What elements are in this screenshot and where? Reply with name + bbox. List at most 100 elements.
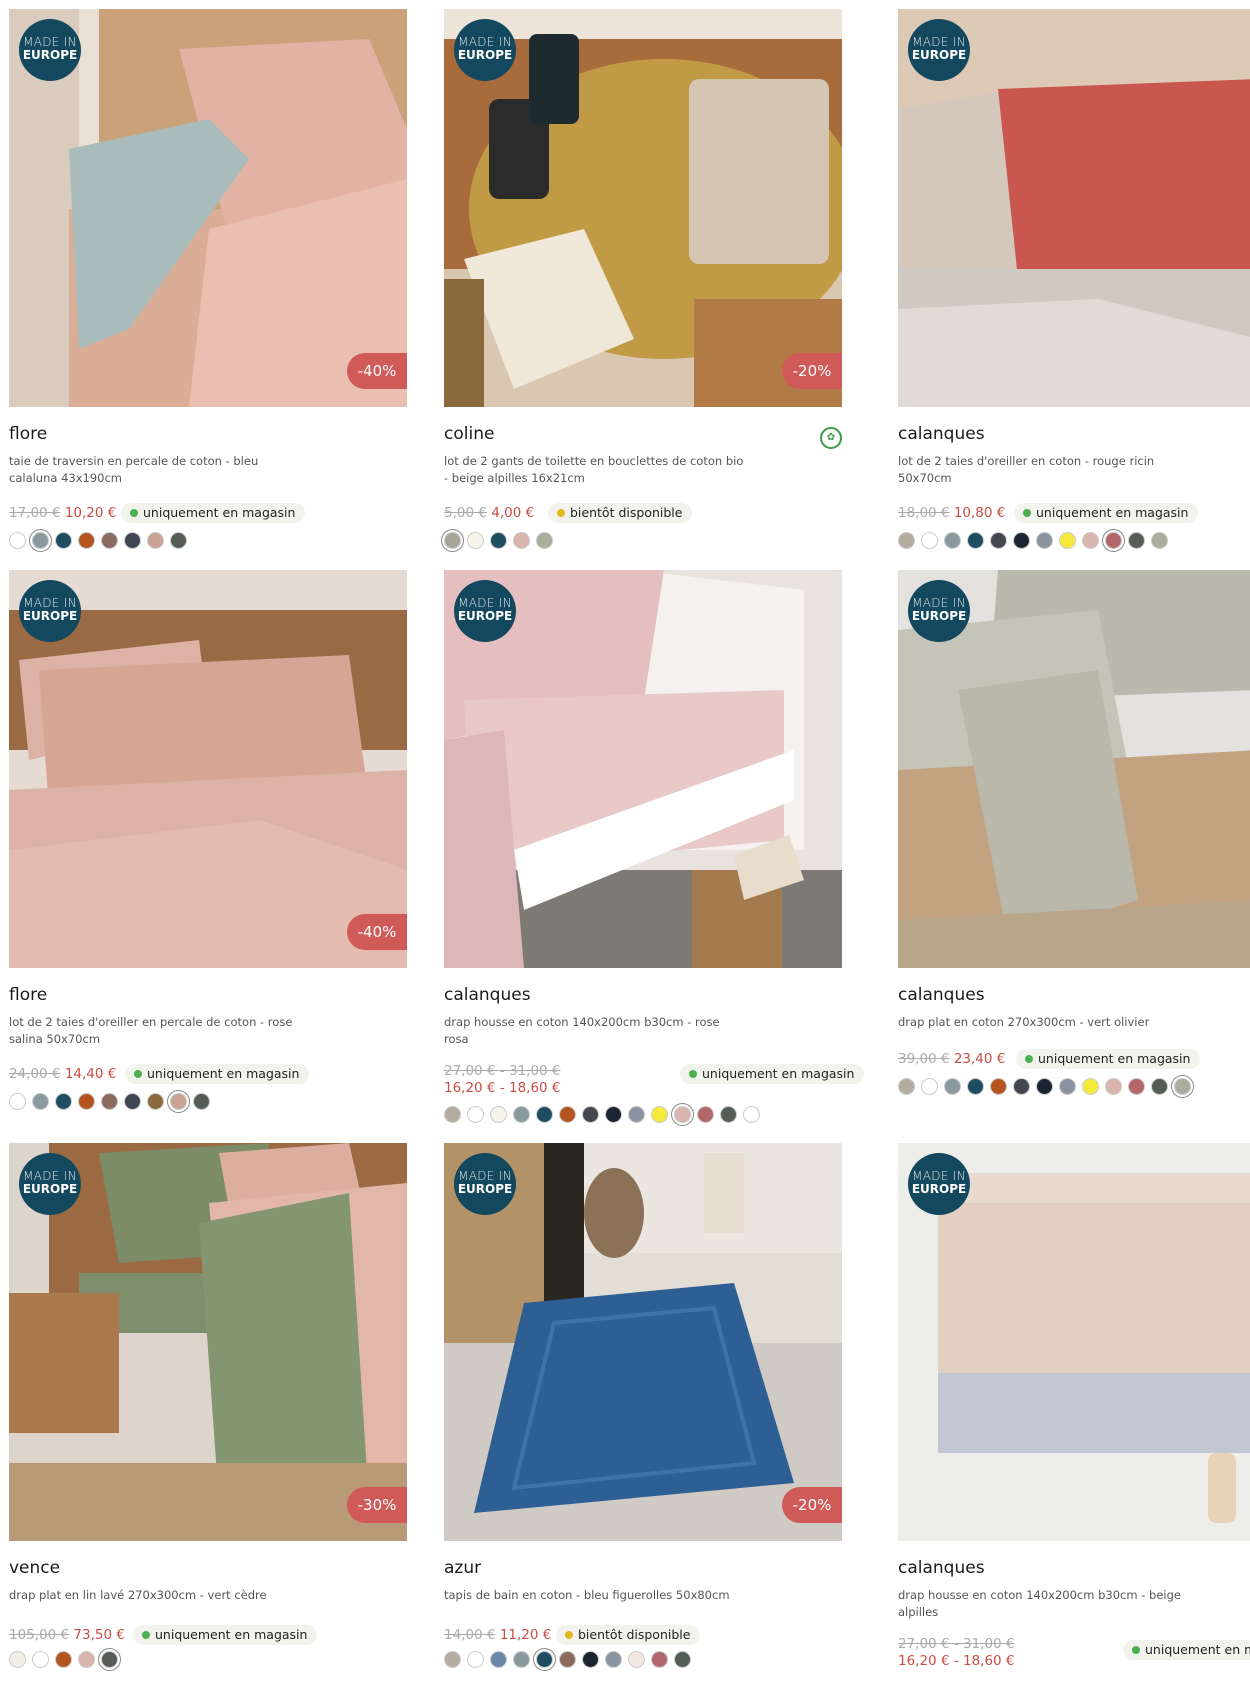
product-card[interactable]: MADE IN EUROPE -30% vence drap plat en l…	[9, 1143, 407, 1703]
color-swatch[interactable]	[1128, 1078, 1145, 1095]
color-swatch[interactable]	[32, 532, 49, 549]
product-card[interactable]: MADE IN EUROPE calanques drap housse en …	[444, 570, 865, 1130]
product-card[interactable]: MADE IN EUROPE calanques drap housse en …	[898, 1143, 1250, 1703]
color-swatch[interactable]	[1082, 532, 1099, 549]
color-swatch[interactable]	[1128, 532, 1145, 549]
color-swatch[interactable]	[559, 1106, 576, 1123]
color-swatch[interactable]	[605, 1651, 622, 1668]
color-swatch[interactable]	[1059, 532, 1076, 549]
color-swatch[interactable]	[651, 1106, 668, 1123]
product-brand[interactable]: flore	[9, 985, 47, 1005]
product-brand[interactable]: calanques	[898, 424, 985, 444]
color-swatch[interactable]	[898, 532, 915, 549]
color-swatch[interactable]	[490, 1651, 507, 1668]
color-swatch[interactable]	[1174, 1078, 1191, 1095]
color-swatch[interactable]	[990, 1078, 1007, 1095]
color-swatch[interactable]	[55, 1093, 72, 1110]
color-swatch[interactable]	[651, 1651, 668, 1668]
product-image[interactable]: MADE IN EUROPE -40%	[9, 9, 407, 407]
color-swatch[interactable]	[444, 1651, 461, 1668]
color-swatch[interactable]	[559, 1651, 576, 1668]
color-swatch[interactable]	[582, 1651, 599, 1668]
product-brand[interactable]: vence	[9, 1558, 60, 1578]
color-swatch[interactable]	[1082, 1078, 1099, 1095]
color-swatch[interactable]	[536, 532, 553, 549]
color-swatch[interactable]	[9, 1651, 26, 1668]
product-card[interactable]: MADE IN EUROPE -40% flore taie de traver…	[9, 9, 407, 569]
color-swatch[interactable]	[467, 1106, 484, 1123]
product-description[interactable]: lot de 2 taies d'oreiller en coton - rou…	[898, 453, 1198, 487]
color-swatch[interactable]	[582, 1106, 599, 1123]
color-swatch[interactable]	[1105, 1078, 1122, 1095]
product-card[interactable]: MADE IN EUROPE -40% flore lot de 2 taies…	[9, 570, 407, 1130]
color-swatch[interactable]	[605, 1106, 622, 1123]
color-swatch[interactable]	[78, 1093, 95, 1110]
color-swatch[interactable]	[9, 1093, 26, 1110]
color-swatch[interactable]	[170, 532, 187, 549]
product-description[interactable]: drap plat en lin lavé 270x300cm - vert c…	[9, 1587, 309, 1604]
color-swatch[interactable]	[743, 1106, 760, 1123]
color-swatch[interactable]	[101, 1093, 118, 1110]
color-swatch[interactable]	[444, 1106, 461, 1123]
color-swatch[interactable]	[490, 1106, 507, 1123]
color-swatch[interactable]	[467, 532, 484, 549]
product-brand[interactable]: flore	[9, 424, 47, 444]
color-swatch[interactable]	[628, 1106, 645, 1123]
product-image[interactable]: MADE IN EUROPE	[898, 9, 1250, 407]
color-swatch[interactable]	[536, 1106, 553, 1123]
color-swatch[interactable]	[1151, 1078, 1168, 1095]
color-swatch[interactable]	[921, 532, 938, 549]
color-swatch[interactable]	[944, 532, 961, 549]
product-description[interactable]: lot de 2 taies d'oreiller en percale de …	[9, 1014, 309, 1048]
color-swatch[interactable]	[55, 532, 72, 549]
color-swatch[interactable]	[170, 1093, 187, 1110]
color-swatch[interactable]	[674, 1651, 691, 1668]
color-swatch[interactable]	[124, 1093, 141, 1110]
product-brand[interactable]: calanques	[444, 985, 531, 1005]
product-image[interactable]: MADE IN EUROPE -20%	[444, 1143, 842, 1541]
product-card[interactable]: MADE IN EUROPE -20% coline ✿ lot de 2 ga…	[444, 9, 842, 569]
color-swatch[interactable]	[32, 1651, 49, 1668]
color-swatch[interactable]	[101, 1651, 118, 1668]
product-description[interactable]: tapis de bain en coton - bleu figuerolle…	[444, 1587, 744, 1604]
product-image[interactable]: MADE IN EUROPE -40%	[9, 570, 407, 968]
color-swatch[interactable]	[1036, 532, 1053, 549]
product-card[interactable]: MADE IN EUROPE -20% azur tapis de bain e…	[444, 1143, 842, 1703]
product-image[interactable]: MADE IN EUROPE	[898, 1143, 1250, 1541]
product-description[interactable]: drap plat en coton 270x300cm - vert oliv…	[898, 1014, 1198, 1031]
color-swatch[interactable]	[193, 1093, 210, 1110]
color-swatch[interactable]	[513, 1106, 530, 1123]
color-swatch[interactable]	[990, 532, 1007, 549]
product-brand[interactable]: calanques	[898, 985, 985, 1005]
color-swatch[interactable]	[628, 1651, 645, 1668]
color-swatch[interactable]	[467, 1651, 484, 1668]
color-swatch[interactable]	[674, 1106, 691, 1123]
color-swatch[interactable]	[944, 1078, 961, 1095]
color-swatch[interactable]	[78, 1651, 95, 1668]
product-image[interactable]: MADE IN EUROPE	[444, 570, 842, 968]
color-swatch[interactable]	[513, 532, 530, 549]
product-image[interactable]: MADE IN EUROPE -20%	[444, 9, 842, 407]
color-swatch[interactable]	[1036, 1078, 1053, 1095]
product-brand[interactable]: coline	[444, 424, 494, 444]
product-image[interactable]: MADE IN EUROPE	[898, 570, 1250, 968]
color-swatch[interactable]	[9, 532, 26, 549]
product-image[interactable]: MADE IN EUROPE -30%	[9, 1143, 407, 1541]
color-swatch[interactable]	[147, 1093, 164, 1110]
product-description[interactable]: drap housse en coton 140x200cm b30cm - r…	[444, 1014, 744, 1048]
product-card[interactable]: MADE IN EUROPE calanques lot de 2 taies …	[898, 9, 1250, 569]
product-brand[interactable]: azur	[444, 1558, 481, 1578]
color-swatch[interactable]	[513, 1651, 530, 1668]
color-swatch[interactable]	[444, 532, 461, 549]
product-description[interactable]: taie de traversin en percale de coton - …	[9, 453, 309, 487]
color-swatch[interactable]	[78, 532, 95, 549]
color-swatch[interactable]	[921, 1078, 938, 1095]
product-brand[interactable]: calanques	[898, 1558, 985, 1578]
color-swatch[interactable]	[147, 532, 164, 549]
color-swatch[interactable]	[1013, 1078, 1030, 1095]
color-swatch[interactable]	[490, 532, 507, 549]
color-swatch[interactable]	[1151, 532, 1168, 549]
color-swatch[interactable]	[536, 1651, 553, 1668]
color-swatch[interactable]	[55, 1651, 72, 1668]
color-swatch[interactable]	[967, 532, 984, 549]
